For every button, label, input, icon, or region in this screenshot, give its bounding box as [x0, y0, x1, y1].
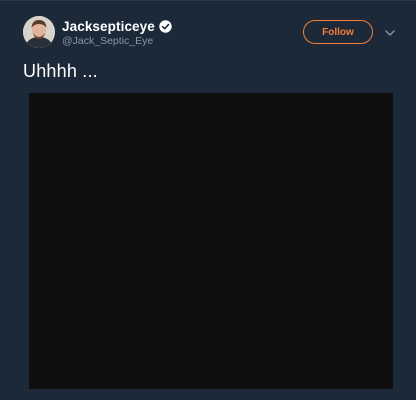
chevron-down-icon[interactable]: [384, 28, 396, 38]
author-handle[interactable]: @Jack_Septic_Eye: [62, 35, 153, 47]
user-avatar-icon: [23, 16, 55, 48]
display-name[interactable]: Jacksepticeye: [62, 19, 155, 34]
avatar[interactable]: [23, 16, 55, 48]
tweet-card: Jacksepticeye @Jack_Septic_Eye Follow Uh…: [0, 0, 416, 400]
follow-button[interactable]: Follow: [303, 20, 373, 44]
author-name-row: Jacksepticeye: [62, 17, 172, 35]
tweet-text: Uhhhh ...: [23, 61, 98, 81]
tweet-media[interactable]: [29, 93, 393, 389]
verified-badge-icon: [159, 19, 172, 33]
